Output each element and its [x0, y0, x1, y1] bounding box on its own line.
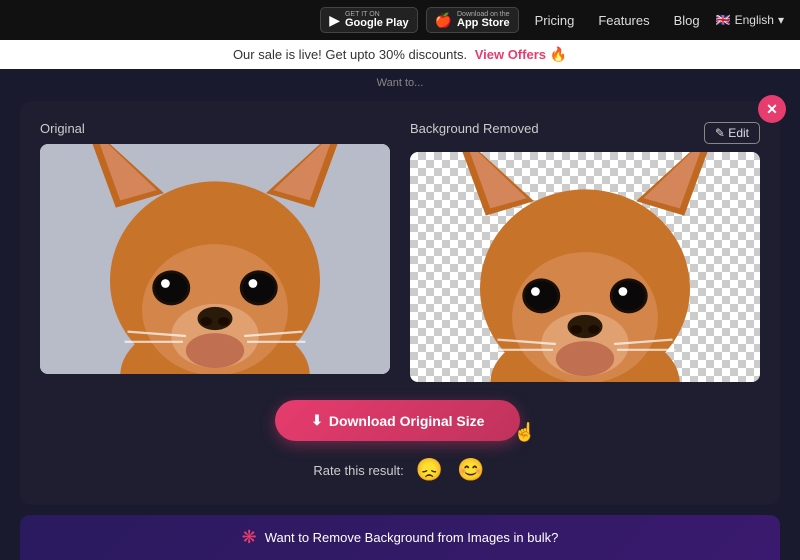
main-content: ✕ Original	[20, 101, 780, 505]
language-selector[interactable]: 🇬🇧 English ▾	[716, 13, 784, 27]
happy-rating-button[interactable]: 😊	[455, 455, 486, 485]
bg-removed-panel: Background Removed ✎ Edit	[410, 121, 760, 382]
features-link[interactable]: Features	[590, 13, 657, 28]
bg-removed-image-container	[410, 152, 760, 382]
sale-text: Our sale is live! Get upto 30% discounts…	[233, 47, 467, 62]
download-label: Download Original Size	[329, 413, 485, 429]
bg-removed-dog-image	[410, 152, 760, 382]
google-play-icon: ▶	[329, 12, 340, 29]
apple-icon: 🍎	[435, 12, 452, 29]
original-label: Original	[40, 121, 390, 136]
view-offers-link[interactable]: View Offers	[475, 47, 546, 62]
promo-text: Want to Remove Background from Images in…	[265, 530, 559, 545]
app-store-button[interactable]: 🍎 Download on the App Store	[426, 7, 519, 33]
promo-icon: ❋	[242, 527, 257, 548]
navbar: ▶ GET IT ON Google Play 🍎 Download on th…	[0, 0, 800, 40]
google-play-button[interactable]: ▶ GET IT ON Google Play	[320, 7, 417, 33]
promo-bar: ❋ Want to Remove Background from Images …	[20, 515, 780, 560]
language-label: English	[735, 13, 774, 27]
fire-icon: 🔥	[550, 46, 567, 62]
original-dog-image	[40, 144, 390, 374]
chevron-down-icon: ▾	[778, 13, 784, 27]
sale-banner: Our sale is live! Get upto 30% discounts…	[0, 40, 800, 69]
edit-button[interactable]: ✎ Edit	[704, 122, 760, 144]
app-store-bottom-text: App Store	[457, 18, 510, 29]
top-hint-text: Want to...	[0, 75, 800, 91]
action-row: ⬇ Download Original Size ☝	[40, 400, 760, 441]
download-button[interactable]: ⬇ Download Original Size	[275, 400, 520, 441]
bg-removed-header: Background Removed ✎ Edit	[410, 121, 760, 144]
original-image-container	[40, 144, 390, 374]
bg-removed-label: Background Removed	[410, 121, 539, 136]
rating-label: Rate this result:	[313, 463, 403, 478]
google-play-bottom-text: Google Play	[345, 18, 409, 29]
sad-rating-button[interactable]: 😞	[414, 455, 445, 485]
rating-row: Rate this result: 😞 😊	[40, 455, 760, 485]
blog-link[interactable]: Blog	[666, 13, 708, 28]
images-section: Original	[40, 121, 760, 382]
original-panel: Original	[40, 121, 390, 374]
download-icon: ⬇	[311, 412, 323, 429]
close-button[interactable]: ✕	[758, 95, 786, 123]
flag-icon: 🇬🇧	[716, 13, 731, 27]
pricing-link[interactable]: Pricing	[527, 13, 583, 28]
